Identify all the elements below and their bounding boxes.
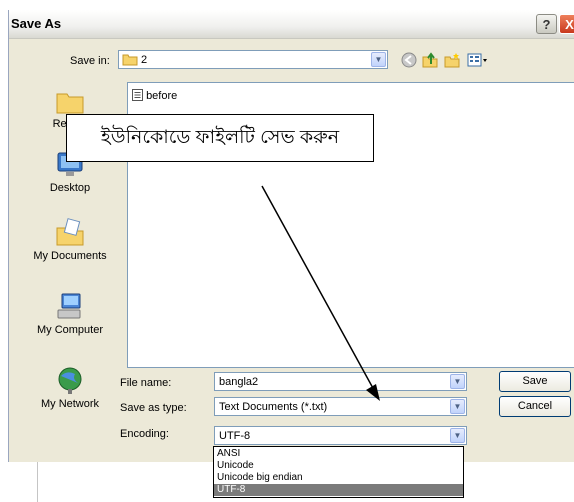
- encoding-option[interactable]: Unicode big endian: [214, 472, 463, 484]
- encoding-option[interactable]: Unicode: [214, 460, 463, 472]
- encoding-dropdown-list[interactable]: ANSI Unicode Unicode big endian UTF-8: [213, 446, 464, 498]
- encoding-option[interactable]: ANSI: [214, 448, 463, 460]
- annotation-arrow: [261, 185, 380, 401]
- encoding-option-selected[interactable]: UTF-8: [214, 484, 463, 496]
